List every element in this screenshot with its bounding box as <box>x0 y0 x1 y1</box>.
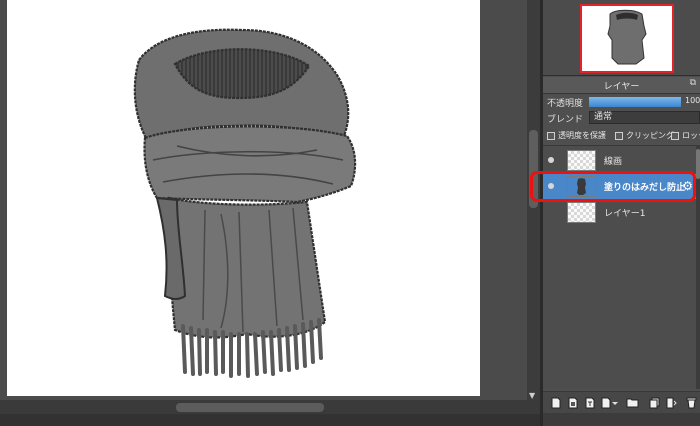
canvas-workspace[interactable]: ▼ <box>0 0 540 426</box>
scroll-down-arrow-icon[interactable]: ▼ <box>529 392 535 400</box>
canvas-horizontal-scroll-thumb[interactable] <box>176 403 324 412</box>
visibility-toggle[interactable] <box>543 200 559 225</box>
new-halftone-layer-icon[interactable] <box>567 396 578 409</box>
new-layer-icon[interactable] <box>550 396 561 409</box>
add-layer-dropdown-icon[interactable] <box>601 396 619 409</box>
eye-icon[interactable] <box>548 157 554 163</box>
lock-box[interactable] <box>671 131 679 140</box>
opacity-row: 不透明度 100 <box>543 95 700 109</box>
lock-label: ロック <box>682 131 700 140</box>
layer-panel-header: レイヤー ⧉ <box>543 77 700 94</box>
layer-thumbnail <box>567 202 596 223</box>
layer-options-row: 透明度を保護 クリッピング ロック <box>543 129 700 143</box>
panel-bottom-bar <box>543 413 700 426</box>
navigator-preview[interactable] <box>580 4 674 73</box>
merge-down-icon[interactable] <box>666 396 677 409</box>
clipping-label: クリッピング <box>626 131 674 140</box>
canvas-vertical-scrollbar[interactable]: ▼ <box>527 0 540 404</box>
opacity-slider-fill <box>589 97 681 107</box>
visibility-toggle[interactable] <box>543 148 559 173</box>
navigator-panel <box>543 0 700 76</box>
duplicate-layer-icon[interactable] <box>649 396 660 409</box>
protect-alpha-checkbox[interactable]: 透明度を保護 <box>547 130 606 141</box>
folder-icon[interactable] <box>626 396 639 409</box>
new-text-layer-icon[interactable] <box>584 396 595 409</box>
right-panel: レイヤー ⧉ 不透明度 100 ブレンド 通常 透明度を保護 クリッピング ロッ… <box>543 0 700 426</box>
layer-list-scroll-thumb[interactable] <box>696 149 700 179</box>
scarf-artwork <box>133 28 357 378</box>
layer-name: 線画 <box>604 157 623 167</box>
layer-toolbar <box>543 391 700 413</box>
lock-checkbox[interactable]: ロック <box>671 130 700 141</box>
clipping-box[interactable] <box>615 131 623 140</box>
layer-panel-title: レイヤー <box>603 82 640 92</box>
blend-label: ブレンド <box>547 115 584 125</box>
delete-layer-icon[interactable] <box>686 396 697 409</box>
clipping-checkbox[interactable]: クリッピング <box>615 130 674 141</box>
expand-icon[interactable]: ⧉ <box>690 78 696 88</box>
layer-row-lineart[interactable]: 線画 <box>543 148 696 173</box>
navigator-scarf-thumbnail <box>607 9 647 65</box>
layer-row-layer1[interactable]: レイヤー1 <box>543 200 696 225</box>
status-bar <box>0 414 540 426</box>
selected-layer-highlight-annotation <box>530 171 696 202</box>
blend-row: ブレンド 通常 <box>543 110 700 126</box>
protect-alpha-label: 透明度を保護 <box>558 131 606 140</box>
layer-name: レイヤー1 <box>604 209 646 219</box>
layer-thumbnail <box>567 150 596 171</box>
opacity-label: 不透明度 <box>547 99 584 109</box>
paint-app-window: ▼ レイヤー ⧉ 不透明度 100 ブレンド 通常 透明度を保護 クリッピング … <box>0 0 700 426</box>
canvas-paper[interactable] <box>7 0 480 396</box>
opacity-value[interactable]: 100 <box>685 96 700 105</box>
opacity-slider[interactable] <box>589 97 681 107</box>
canvas-horizontal-scrollbar[interactable] <box>0 400 540 414</box>
protect-alpha-box[interactable] <box>547 131 555 140</box>
layer-list-scrollbar[interactable] <box>696 145 700 389</box>
blend-mode-select[interactable]: 通常 <box>589 111 700 124</box>
